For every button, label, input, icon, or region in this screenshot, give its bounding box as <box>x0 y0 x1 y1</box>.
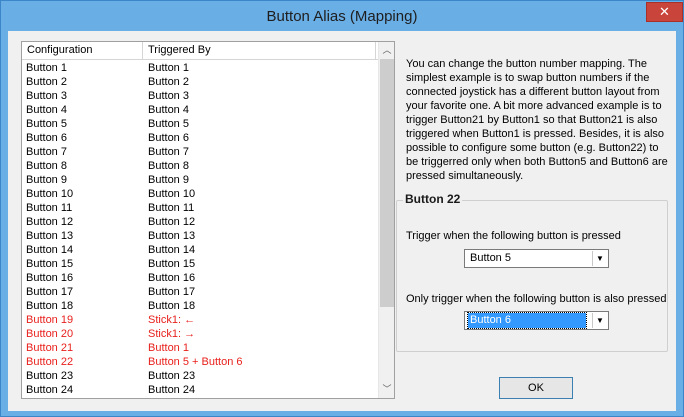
configuration-cell: Button 9 <box>26 174 67 186</box>
list-item[interactable]: Button 15 Button 15 <box>22 257 378 271</box>
configuration-cell: Button 21 <box>26 342 74 354</box>
list-item[interactable]: Button 8 Button 8 <box>22 159 378 173</box>
configuration-cell: Button 6 <box>26 132 67 144</box>
configuration-cell: Button 3 <box>26 90 67 102</box>
list-item[interactable]: Button 16 Button 16 <box>22 271 378 285</box>
configuration-cell: Button 11 <box>26 202 73 214</box>
list-item[interactable]: Button 18 Button 18 <box>22 299 378 313</box>
column-header-configuration[interactable]: Configuration <box>22 42 143 60</box>
configuration-cell: Button 1 <box>26 62 67 74</box>
ok-button[interactable]: OK <box>499 377 573 399</box>
list-item[interactable]: Button 17 Button 17 <box>22 285 378 299</box>
scroll-up-icon[interactable]: ︿ <box>379 42 395 59</box>
trigger-dropdown-value: Button 5 <box>470 252 511 264</box>
list-item[interactable]: Button 14 Button 14 <box>22 243 378 257</box>
triggered-by-cell: Button 14 <box>148 244 196 256</box>
configuration-cell: Button 20 <box>26 328 74 340</box>
triggered-by-cell: Stick1: → <box>148 328 196 340</box>
also-pressed-dropdown[interactable]: Button 6 ▼ <box>464 311 609 330</box>
configuration-cell: Button 5 <box>26 118 67 130</box>
configuration-cell: Button 15 <box>26 258 74 270</box>
list-body: Button 1 Button 1 Button 2 Button 2 Button 3… <box>22 61 378 398</box>
column-header-triggered-by[interactable]: Triggered By <box>143 42 376 60</box>
list-item[interactable]: Button 4 Button 4 <box>22 103 378 117</box>
configuration-cell: Button 14 <box>26 244 74 256</box>
triggered-by-cell: Button 7 <box>148 146 189 158</box>
list-scrollbar[interactable]: ︿ ﹀ <box>378 42 394 398</box>
list-item[interactable]: Button 9 Button 9 <box>22 173 378 187</box>
mapping-list[interactable]: Configuration Triggered By Button 1 Butto… <box>21 41 395 399</box>
list-item[interactable]: Button 11 Button 11 <box>22 201 378 215</box>
window-title: Button Alias (Mapping) <box>266 8 418 25</box>
group-title: Button 22 <box>403 192 463 206</box>
triggered-by-cell: Button 23 <box>148 370 196 382</box>
triggered-by-cell: Button 6 <box>148 132 189 144</box>
configuration-cell: Button 4 <box>26 104 67 116</box>
trigger-label: Trigger when the following button is pre… <box>406 230 621 242</box>
mapping-groupbox: Button 22 Trigger when the following but… <box>396 192 668 352</box>
configuration-cell: Button 24 <box>26 384 74 396</box>
triggered-by-cell: Button 16 <box>148 272 196 284</box>
triggered-by-cell: Button 13 <box>148 230 196 242</box>
configuration-cell: Button 16 <box>26 272 74 284</box>
triggered-by-cell: Button 24 <box>148 384 196 396</box>
configuration-cell: Button 18 <box>26 300 74 312</box>
triggered-by-cell: Button 12 <box>148 216 196 228</box>
triggered-by-cell: Button 4 <box>148 104 189 116</box>
triggered-by-cell: Button 11 <box>148 202 195 214</box>
triggered-by-cell: Button 1 <box>148 62 189 74</box>
configuration-cell: Button 7 <box>26 146 67 158</box>
list-item[interactable]: Button 19 Stick1: ← <box>22 313 378 327</box>
trigger-dropdown[interactable]: Button 5 ▼ <box>464 249 609 268</box>
configuration-cell: Button 23 <box>26 370 74 382</box>
also-pressed-dropdown-value: Button 6 <box>467 312 587 329</box>
configuration-cell: Button 2 <box>26 76 67 88</box>
triggered-by-cell: Button 18 <box>148 300 196 312</box>
configuration-cell: Button 22 <box>26 356 74 368</box>
triggered-by-cell: Button 10 <box>148 188 196 200</box>
configuration-cell: Button 10 <box>26 188 74 200</box>
description-text: You can change the button number mapping… <box>406 58 668 182</box>
list-item[interactable]: Button 6 Button 6 <box>22 131 378 145</box>
list-item[interactable]: Button 21 Button 1 <box>22 341 378 355</box>
triggered-by-cell: Button 1 <box>148 342 189 354</box>
list-item[interactable]: Button 20 Stick1: → <box>22 327 378 341</box>
list-item[interactable]: Button 24 Button 24 <box>22 383 378 397</box>
list-item[interactable]: Button 2 Button 2 <box>22 75 378 89</box>
triggered-by-cell: Button 3 <box>148 90 189 102</box>
triggered-by-cell: Button 17 <box>148 286 196 298</box>
dialog-client: Configuration Triggered By Button 1 Butto… <box>8 31 676 411</box>
scroll-down-icon[interactable]: ﹀ <box>379 381 395 398</box>
configuration-cell: Button 8 <box>26 160 67 172</box>
list-item[interactable]: Button 23 Button 23 <box>22 369 378 383</box>
list-item[interactable]: Button 13 Button 13 <box>22 229 378 243</box>
list-item[interactable]: Button 3 Button 3 <box>22 89 378 103</box>
configuration-cell: Button 13 <box>26 230 74 242</box>
chevron-down-icon[interactable]: ▼ <box>592 251 607 266</box>
list-item[interactable]: Button 22 Button 5 + Button 6 <box>22 355 378 369</box>
chevron-down-icon[interactable]: ▼ <box>592 313 607 328</box>
list-item[interactable]: Button 7 Button 7 <box>22 145 378 159</box>
list-item[interactable]: Button 1 Button 1 <box>22 61 378 75</box>
triggered-by-cell: Button 5 + Button 6 <box>148 356 243 368</box>
list-item[interactable]: Button 10 Button 10 <box>22 187 378 201</box>
list-item[interactable]: Button 5 Button 5 <box>22 117 378 131</box>
triggered-by-cell: Button 5 <box>148 118 189 130</box>
triggered-by-cell: Button 9 <box>148 174 189 186</box>
triggered-by-cell: Button 8 <box>148 160 189 172</box>
close-button[interactable]: ✕ <box>646 2 683 22</box>
dialog-window: Button Alias (Mapping) ✕ Configuration T… <box>0 0 684 417</box>
configuration-cell: Button 19 <box>26 314 74 326</box>
triggered-by-cell: Stick1: ← <box>148 314 196 326</box>
triggered-by-cell: Button 15 <box>148 258 196 270</box>
triggered-by-cell: Button 2 <box>148 76 189 88</box>
scroll-thumb[interactable] <box>380 59 394 307</box>
also-pressed-label: Only trigger when the following button i… <box>406 293 667 305</box>
configuration-cell: Button 12 <box>26 216 74 228</box>
list-item[interactable]: Button 12 Button 12 <box>22 215 378 229</box>
list-header: Configuration Triggered By <box>22 42 378 60</box>
title-bar[interactable]: Button Alias (Mapping) ✕ <box>1 1 683 31</box>
configuration-cell: Button 17 <box>26 286 74 298</box>
